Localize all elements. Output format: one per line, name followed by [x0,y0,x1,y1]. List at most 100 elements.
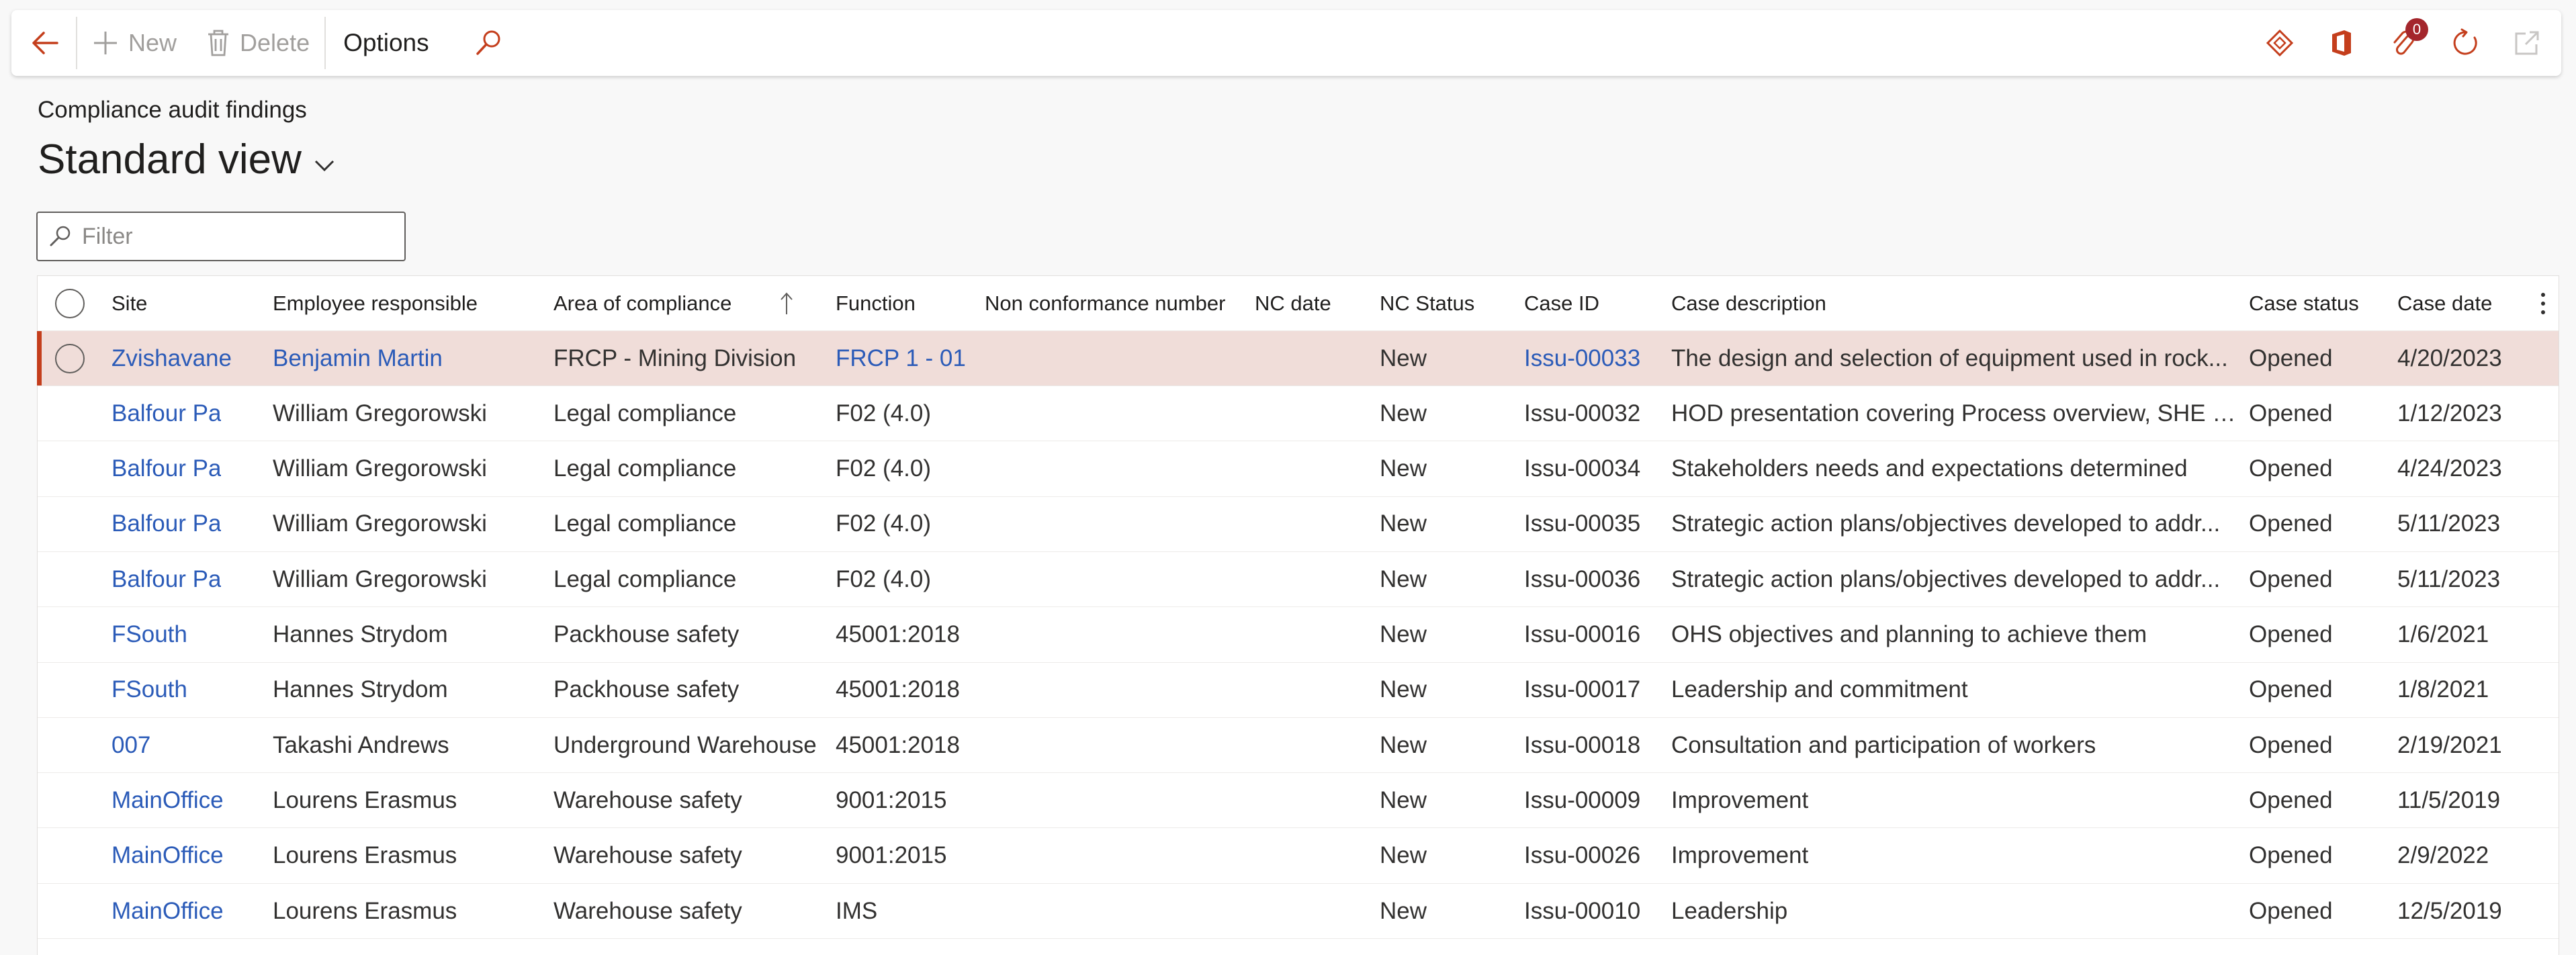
cell-site-text[interactable]: Balfour Pa [112,566,221,593]
cell-case-id-text: Issu-00035 [1524,510,1641,537]
column-header-case-status[interactable]: Case status [2249,276,2390,330]
cell-site-text[interactable]: 007 [112,732,150,759]
view-selector[interactable]: Standard view [38,136,335,183]
attachments-button[interactable]: 0 [2388,18,2428,58]
cell-site[interactable]: Balfour Pa [112,497,269,551]
cell-site-text[interactable]: MainOffice [112,842,224,869]
cell-site[interactable]: FSouth [112,663,269,717]
cell-nc-number [985,718,1250,772]
cell-nc-date [1255,552,1376,606]
cell-function: IMS [836,884,980,938]
cell-site-text[interactable]: Balfour Pa [112,400,221,427]
cell-site-text[interactable]: Balfour Pa [112,455,221,482]
cell-nc-number [985,331,1250,385]
row-select-checkbox[interactable] [55,344,85,373]
cell-site[interactable]: MainOffice [112,829,269,883]
table-row[interactable]: Balfour Pa William Gregorowski Legal compl… [38,552,2559,608]
cell-nc-date [1255,773,1376,827]
cell-site[interactable]: FSouth [112,608,269,662]
power-apps-button[interactable] [2264,28,2295,58]
cell-employee-responsible-text: Hannes Strydom [273,676,448,703]
cell-case-description-text: Leadership and commitment [1671,676,1968,703]
table-row[interactable]: Balfour Pa William Gregorowski Legal compl… [38,386,2559,442]
filter-input[interactable] [82,223,398,250]
table-row[interactable]: MainOffice Lourens Erasmus Warehouse safet… [38,884,2559,939]
cell-site-text[interactable]: Balfour Pa [112,510,221,537]
cell-employee-responsible-text: Lourens Erasmus [273,786,457,813]
cell-employee-responsible: William Gregorowski [273,386,548,441]
cell-function[interactable]: FRCP 1 - 01 [836,331,980,385]
column-header-nc-status[interactable]: NC Status [1380,276,1521,330]
cell-site[interactable]: Balfour Pa [112,552,269,606]
cell-case-status-text: Opened [2249,621,2333,647]
column-header-nc-date[interactable]: NC date [1255,276,1376,330]
office-button[interactable] [2326,28,2357,58]
cell-employee-responsible: Takashi Andrews [273,718,548,772]
table-row[interactable]: FSouth Hannes Strydom Packhouse safety 4500… [38,663,2559,718]
cell-case-id-text[interactable]: Issu-00033 [1524,345,1640,372]
cell-employee-responsible: William Gregorowski [273,552,548,606]
cell-case-date: 4/24/2023 [2397,442,2525,496]
cell-nc-date [1255,386,1376,441]
select-all-checkbox[interactable] [55,289,85,318]
cell-area-of-compliance: Legal compliance [553,497,829,551]
column-header-employee-responsible[interactable]: Employee responsible [273,276,548,330]
table-row[interactable]: Balfour Pa William Gregorowski Legal compl… [38,442,2559,497]
cell-nc-status-text: New [1380,510,1427,537]
column-options-button[interactable] [2530,276,2557,330]
cell-site[interactable]: Balfour Pa [112,386,269,441]
back-button[interactable] [11,10,76,76]
cell-employee-responsible-text[interactable]: Benjamin Martin [273,345,443,372]
column-header-function[interactable]: Function [836,276,980,330]
open-new-window-button[interactable] [2512,28,2542,58]
cell-site-text[interactable]: FSouth [112,621,187,648]
cell-employee-responsible: William Gregorowski [273,442,548,496]
cell-case-status-text: Opened [2249,786,2333,813]
office-icon [2332,30,2351,56]
cell-case-description: Consultation and participation of worker… [1671,718,2242,772]
cell-function: 45001:2018 [836,718,980,772]
cell-case-status-text: Opened [2249,731,2333,758]
column-header-site[interactable]: Site [112,276,269,330]
table-row[interactable]: MainOffice Lourens Erasmus Warehouse safet… [38,829,2559,884]
cell-site-text[interactable]: FSouth [112,676,187,703]
table-row[interactable]: Balfour Pa William Gregorowski Legal compl… [38,497,2559,552]
cell-site-text[interactable]: MainOffice [112,787,224,814]
cell-site[interactable]: MainOffice [112,884,269,938]
column-header-case-id[interactable]: Case ID [1524,276,1665,330]
column-header-case-description[interactable]: Case description [1671,276,2242,330]
cell-employee-responsible: William Gregorowski [273,497,548,551]
cell-site[interactable]: 007 [112,718,269,772]
table-row[interactable]: FSouth Hannes Strydom Packhouse safety 4500… [38,608,2559,663]
cell-function-text: F02 (4.0) [836,510,931,537]
column-header-area-of-compliance[interactable]: Area of compliance [553,276,829,330]
cell-nc-status-text: New [1380,786,1427,813]
options-button[interactable]: Options [326,10,447,76]
cell-nc-number [985,884,1250,938]
cell-site[interactable]: Balfour Pa [112,442,269,496]
cell-site[interactable]: Zvishavane [112,331,269,385]
cell-site-text[interactable]: Zvishavane [112,345,232,372]
cell-nc-date [1255,663,1376,717]
delete-button[interactable]: Delete [191,10,324,76]
table-row[interactable]: Zvishavane Benjamin Martin FRCP - Mining D… [37,331,2559,386]
cell-case-id[interactable]: Issu-00033 [1524,331,1665,385]
cell-site[interactable]: MainOffice [112,773,269,827]
refresh-button[interactable] [2450,28,2481,58]
search-button[interactable] [447,10,518,76]
table-row[interactable]: 007 Takashi Andrews Underground Warehouse 4… [38,718,2559,774]
cell-employee-responsible[interactable]: Benjamin Martin [273,331,548,385]
cell-function-text[interactable]: FRCP 1 - 01 [836,345,966,372]
cell-area-of-compliance-text: Legal compliance [553,400,737,426]
cell-function-text: F02 (4.0) [836,400,931,426]
cell-area-of-compliance: Warehouse safety [553,829,829,883]
open-new-window-icon [2515,31,2539,55]
cell-site-text[interactable]: MainOffice [112,898,224,925]
cell-function: F02 (4.0) [836,442,980,496]
column-header-case-date[interactable]: Case date [2397,276,2525,330]
cell-area-of-compliance-text: Underground Warehouse [553,731,817,758]
table-row[interactable]: MainOffice Lourens Erasmus Warehouse safet… [38,773,2559,829]
column-header-nc-number[interactable]: Non conformance number [985,276,1250,330]
cell-function: F02 (4.0) [836,386,980,441]
new-button[interactable]: New [77,10,191,76]
